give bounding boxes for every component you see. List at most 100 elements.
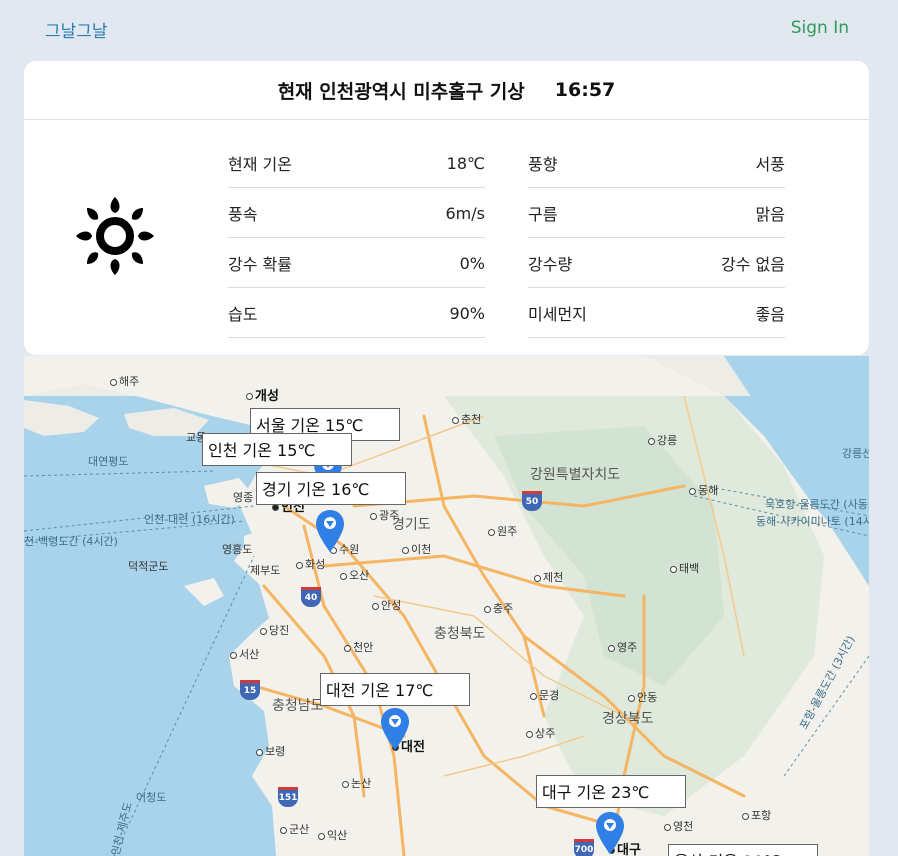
place-chuncheon: 춘천 (452, 414, 481, 425)
place-name: 충청북도 (434, 626, 486, 642)
weather-row-wind-direction: 풍향 서풍 (528, 139, 785, 188)
place-mungyeong: 문경 (530, 690, 559, 701)
place-yeongheung: 영흥도 (222, 544, 252, 555)
city-dot-icon (256, 748, 263, 756)
row-label: 구름 (528, 205, 558, 224)
place-sangju: 상주 (526, 728, 555, 739)
place-seosan: 서산 (230, 649, 259, 660)
temp-label-incheon[interactable]: 인천 기온 15℃ (202, 433, 352, 466)
route-mukho: 묵호항-울릉도간 (사동 (765, 499, 868, 510)
place-deokjeok: 덕적군도 (128, 561, 168, 572)
weather-title: 현재 인천광역시 미추홀구 기상 (277, 80, 525, 103)
city-dot-icon (402, 546, 409, 554)
weather-row-humidity: 습도 90% (228, 289, 485, 338)
place-name: 보령 (265, 745, 286, 758)
map-marker-daegu[interactable] (596, 812, 624, 854)
city-dot-icon (246, 393, 253, 400)
map-marker-daejeon[interactable] (381, 708, 409, 750)
highway-shield-icon: 151 (278, 787, 298, 807)
place-boryeong: 보령 (256, 746, 285, 757)
route-incheon-baengnyeong: 천-백령도간 (4시간) (24, 536, 118, 547)
place-name: 경기도 (392, 517, 431, 533)
place-andong: 안동 (628, 692, 657, 703)
highway-shield-icon: 40 (301, 587, 321, 607)
place-name: 해주 (119, 375, 140, 388)
sign-in-link[interactable]: Sign In (791, 18, 849, 38)
place-name: 동해-사카이미나토 (14시간) (756, 515, 869, 528)
weather-row-clouds: 구름 맑음 (528, 189, 785, 238)
temp-label-ulsan[interactable]: 울산 기온 20℃ (668, 844, 818, 856)
weather-time: 16:57 (554, 79, 616, 101)
place-chungnam: 충청남도 (272, 699, 324, 713)
place-name: 개성 (255, 389, 279, 404)
place-name: 대연평도 (88, 455, 129, 468)
highway-shield-icon: 700 (574, 839, 594, 856)
city-dot-icon (742, 812, 749, 820)
row-label: 풍향 (528, 155, 558, 174)
city-dot-icon (484, 605, 491, 613)
place-name: 영천 (673, 820, 694, 833)
route-donghae-sakai: 동해-사카이미나토 (14시간) (756, 516, 869, 527)
place-osan: 오산 (340, 570, 369, 581)
row-value: 강수 없음 (721, 255, 785, 274)
temp-label-daegu[interactable]: 대구 기온 23℃ (536, 775, 686, 808)
place-jebu: 제부도 (250, 565, 280, 576)
weather-row-fine-dust: 미세먼지 좋음 (528, 289, 785, 338)
weather-map[interactable]: 해주 개성 교동 대연평도 영종 인천 춘천 강릉 강원특별자치도 강릉선 동해… (24, 356, 869, 856)
row-label: 강수 확률 (228, 255, 292, 274)
city-dot-icon (372, 602, 379, 610)
city-dot-icon (534, 574, 541, 582)
city-dot-icon (342, 780, 349, 788)
place-name: 익산 (327, 829, 348, 842)
place-name: 서산 (239, 648, 260, 661)
place-name: 포항 (751, 809, 772, 822)
place-wonju: 원주 (488, 526, 517, 537)
place-name: 동해 (698, 484, 719, 497)
temp-label-gyeonggi[interactable]: 경기 기온 16℃ (256, 472, 406, 505)
map-marker-gyeonggi[interactable] (316, 510, 344, 552)
row-value: 맑음 (755, 205, 785, 224)
city-dot-icon (340, 572, 347, 580)
city-dot-icon (628, 694, 635, 702)
place-haeju: 해주 (110, 376, 139, 387)
highway-shield-icon: 50 (522, 491, 542, 511)
city-dot-icon (530, 692, 537, 700)
place-gangwon: 강원특별자치도 (530, 468, 620, 482)
place-icheon: 이천 (402, 544, 431, 555)
place-name: 경상북도 (602, 711, 654, 727)
app-logo-link[interactable]: 그날그날 (45, 17, 108, 42)
city-dot-icon (608, 644, 615, 652)
city-dot-icon (272, 504, 279, 511)
place-chungju: 충주 (484, 603, 513, 614)
place-name: 문경 (539, 689, 560, 702)
city-dot-icon (230, 651, 237, 659)
place-yeongjong: 영종 (233, 492, 253, 503)
place-gyeongbuk: 경상북도 (602, 712, 654, 726)
row-value: 18℃ (446, 153, 485, 173)
place-name: 강릉 (657, 434, 678, 447)
weather-card: 현재 인천광역시 미추홀구 기상 16:57 현재 기온 18℃ 풍속 6m/s… (24, 61, 869, 355)
place-name: 상주 (535, 727, 556, 740)
row-value: 90% (449, 303, 485, 323)
weather-row-precip-prob: 강수 확률 0% (228, 239, 485, 288)
place-name: 묵호항-울릉도간 (사동 (765, 498, 868, 511)
city-dot-icon (689, 487, 696, 495)
place-gunsan: 군산 (280, 824, 309, 835)
place-name: 덕적군도 (128, 560, 169, 573)
city-dot-icon (280, 826, 287, 834)
place-anseong: 안성 (372, 600, 401, 611)
place-taebaek: 태백 (670, 563, 699, 574)
place-name: 제천 (543, 571, 564, 584)
temp-label-daejeon[interactable]: 대전 기온 17℃ (320, 673, 470, 706)
weather-row-current-temp: 현재 기온 18℃ (228, 139, 485, 188)
place-name: 이천 (411, 543, 432, 556)
place-pohang: 포항 (742, 810, 771, 821)
city-dot-icon (344, 644, 351, 652)
row-value: 0% (459, 253, 485, 273)
place-name: 인천-대련 (16시간) (144, 513, 235, 526)
place-gangneung: 강릉 (648, 435, 677, 446)
city-dot-icon (110, 378, 117, 386)
city-dot-icon (664, 823, 671, 831)
weather-row-wind-speed: 풍속 6m/s (228, 189, 485, 238)
place-name: 안동 (637, 691, 658, 704)
